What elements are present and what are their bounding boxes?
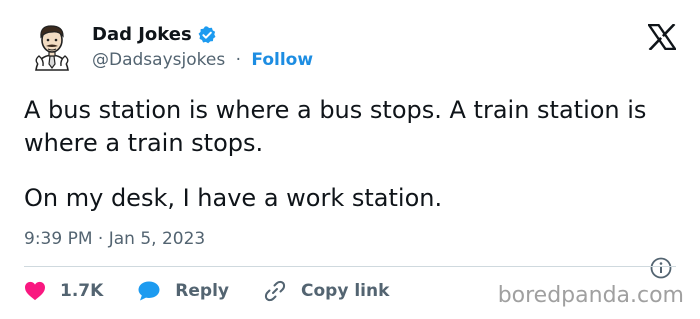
author-display-name[interactable]: Dad Jokes <box>92 24 192 45</box>
heart-icon <box>25 281 45 301</box>
reply-button[interactable]: Reply <box>137 280 229 302</box>
avatar[interactable] <box>26 20 78 72</box>
cartoon-dad-avatar-icon <box>35 25 69 71</box>
author-handle-row: @Dadsaysjokes · Follow <box>92 50 313 70</box>
tweet-text: A bus station is where a bus stops. A tr… <box>24 94 674 215</box>
follow-button[interactable]: Follow <box>251 50 313 70</box>
reply-label: Reply <box>175 281 229 301</box>
x-logo-icon[interactable] <box>646 23 678 51</box>
watermark: boredpanda.com <box>497 283 684 308</box>
link-icon <box>264 280 286 302</box>
speech-bubble-icon <box>138 281 160 301</box>
verified-badge-icon <box>197 25 217 45</box>
tweet-paragraph-2: On my desk, I have a work station. <box>24 184 443 212</box>
tweet-paragraph-1: A bus station is where a bus stops. A tr… <box>24 96 647 157</box>
info-icon[interactable] <box>650 257 672 279</box>
copy-link-label: Copy link <box>301 281 390 301</box>
author-name-row: Dad Jokes <box>92 24 217 45</box>
like-button[interactable]: 1.7K <box>24 281 103 301</box>
copy-link-button[interactable]: Copy link <box>263 279 389 303</box>
like-count: 1.7K <box>60 281 104 301</box>
divider <box>24 266 676 267</box>
tweet-timestamp[interactable]: 9:39 PM · Jan 5, 2023 <box>24 229 205 249</box>
author-handle[interactable]: @Dadsaysjokes <box>92 50 225 70</box>
tweet-actions: 1.7K Reply Copy link <box>24 279 423 303</box>
handle-separator: · <box>235 50 241 70</box>
